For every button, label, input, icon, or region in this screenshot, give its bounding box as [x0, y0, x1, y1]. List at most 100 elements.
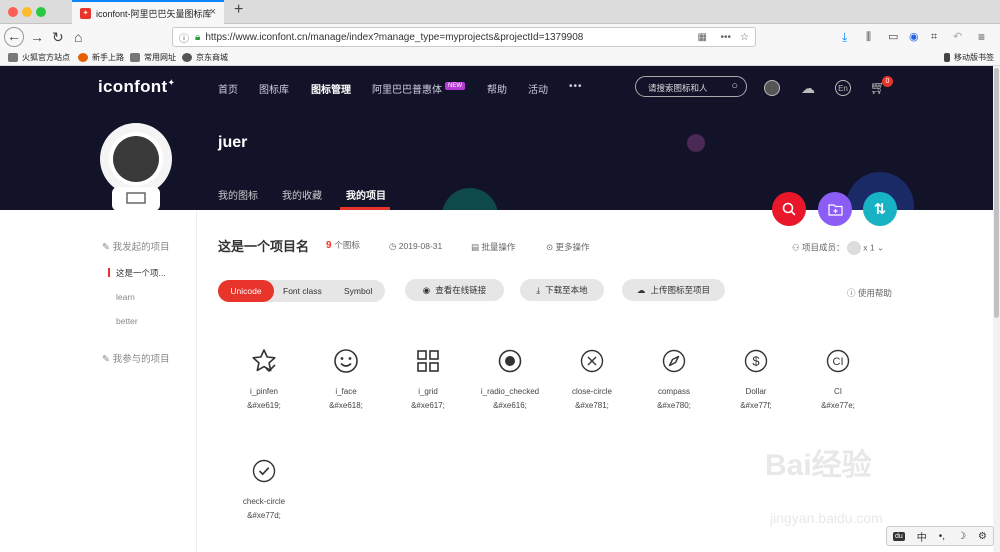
download-icon: ⤓: [536, 284, 541, 295]
search-icon[interactable]: ○: [731, 80, 738, 92]
icon-card[interactable]: i_face &#xe618;: [301, 346, 391, 410]
lock-icon: 🔒︎: [195, 31, 201, 43]
browser-tab[interactable]: ✦ iconfont-阿里巴巴矢量图标库 ×: [72, 0, 224, 24]
tab-my-projects[interactable]: 我的项目: [346, 187, 386, 202]
nav-home[interactable]: 首页: [218, 81, 238, 96]
menu-icon[interactable]: ≡: [978, 28, 985, 46]
add-folder-fab-button[interactable]: [818, 192, 852, 226]
format-fontclass-tab[interactable]: Font class: [283, 280, 322, 302]
bookmark-item[interactable]: 火狐官方站点: [8, 52, 70, 63]
edit-list-icon: ✎: [102, 354, 113, 365]
icon-code: &#xe781;: [575, 401, 609, 410]
window-minimize-dot[interactable]: [22, 7, 32, 17]
tab-my-icons[interactable]: 我的图标: [218, 187, 258, 202]
bookmark-item[interactable]: 新手上路: [78, 52, 124, 63]
nav-more-icon[interactable]: •••: [569, 81, 583, 92]
icon-card[interactable]: CI CI &#xe77e;: [793, 346, 883, 410]
active-project-indicator: [108, 268, 110, 277]
bookmark-item[interactable]: 常用网址: [130, 52, 176, 63]
icon-card[interactable]: i_pinfen &#xe619;: [219, 346, 309, 410]
icon-card[interactable]: i_grid &#xe617;: [383, 346, 473, 410]
reload-icon[interactable]: ↻: [52, 28, 64, 46]
format-symbol-tab[interactable]: Symbol: [344, 280, 372, 302]
icon-card[interactable]: close-circle &#xe781;: [547, 346, 637, 410]
qr-icon[interactable]: ▦: [698, 32, 707, 43]
view-online-link-button[interactable]: ◉ 查看在线链接: [405, 279, 504, 301]
sidebar-icon[interactable]: ▭: [888, 28, 898, 46]
tab-my-favorites[interactable]: 我的收藏: [282, 187, 322, 202]
icon-card[interactable]: compass &#xe780;: [629, 346, 719, 410]
star-check-icon: [252, 349, 276, 373]
download-local-button[interactable]: ⤓ 下载至本地: [520, 279, 604, 301]
project-members[interactable]: ⚇ 项目成员： x 1 ⌄: [792, 241, 884, 255]
page-actions-icon[interactable]: •••: [720, 32, 731, 43]
icon-card[interactable]: $ Dollar &#xe77f;: [711, 346, 801, 410]
ime-punctuation-toggle[interactable]: •,: [939, 531, 945, 542]
ime-logo-icon[interactable]: du: [892, 531, 905, 541]
scrollbar-thumb[interactable]: [994, 68, 999, 318]
nav-icon-management[interactable]: 图标管理: [311, 81, 351, 96]
back-icon[interactable]: ←: [4, 27, 24, 47]
download-icon[interactable]: ⤓: [842, 28, 847, 46]
info-icon[interactable]: ⓘ: [179, 30, 189, 45]
icon-code: &#xe780;: [657, 401, 691, 410]
search-icon: [782, 202, 796, 216]
home-icon[interactable]: ⌂: [74, 28, 82, 46]
close-tab-icon[interactable]: ×: [210, 6, 216, 18]
forward-icon[interactable]: →: [30, 28, 44, 46]
new-tab-icon[interactable]: +: [234, 1, 243, 19]
search-fab-button[interactable]: [772, 192, 806, 226]
format-unicode-tab[interactable]: Unicode: [218, 280, 274, 302]
window-close-dot[interactable]: [8, 7, 18, 17]
undo-icon[interactable]: ↶: [953, 28, 962, 46]
nav-alibaba-font[interactable]: 阿里巴巴普惠体: [372, 81, 442, 96]
sidebar-project-item[interactable]: better: [116, 316, 138, 326]
nav-activity[interactable]: 活动: [528, 81, 548, 96]
cloud-upload-icon[interactable]: ☁: [800, 80, 816, 96]
browser-tab-strip: ✦ iconfont-阿里巴巴矢量图标库 × +: [0, 0, 1000, 24]
sidebar-project-item[interactable]: 这是一个项...: [116, 267, 166, 279]
sidebar-project-item[interactable]: learn: [116, 292, 135, 302]
icon-card[interactable]: check-circle &#xe77d;: [219, 456, 309, 520]
mobile-bookmarks[interactable]: 移动版书签: [944, 52, 994, 63]
icon-name: CI: [834, 387, 842, 396]
iconfont-favicon: ✦: [80, 7, 91, 19]
batch-icon: ▤: [471, 242, 482, 252]
nav-help[interactable]: 帮助: [487, 81, 507, 96]
icon-card[interactable]: i_radio_checked &#xe616;: [465, 346, 555, 410]
batch-action-button[interactable]: ▤ 批量操作: [471, 241, 515, 253]
bookmark-item[interactable]: 京东商城: [182, 52, 228, 63]
user-avatar-icon[interactable]: [764, 80, 780, 96]
close-circle-icon: [580, 349, 604, 373]
usage-help-link[interactable]: ⓘ 使用帮助: [847, 287, 892, 299]
library-icon[interactable]: ⫼: [866, 28, 871, 46]
site-logo[interactable]: iconfont✦: [98, 77, 175, 97]
username: juer: [218, 134, 248, 151]
member-avatar: [846, 241, 861, 255]
more-action-button[interactable]: ⊙ 更多操作: [546, 241, 590, 253]
icon-code: &#xe618;: [329, 401, 363, 410]
my-projects-heading[interactable]: ✎ 我发起的项目: [102, 239, 170, 253]
sort-fab-button[interactable]: ⇅: [863, 192, 897, 226]
bookmarks-bar: 火狐官方站点 新手上路 常用网址 京东商城 移动版书签: [0, 50, 1000, 66]
upload-icons-button[interactable]: ☁ 上传图标至项目: [622, 279, 725, 301]
svg-text:CI: CI: [833, 356, 844, 368]
site-search-input[interactable]: 请搜索图标和人 ○: [635, 76, 747, 97]
compass-icon: [662, 349, 686, 373]
icon-name: i_radio_checked: [480, 387, 540, 396]
language-button[interactable]: En: [835, 80, 851, 96]
icon-name: i_pinfen: [249, 387, 279, 396]
account-icon[interactable]: ◉: [909, 28, 919, 46]
screenshot-icon[interactable]: ⌗: [931, 28, 937, 46]
ime-chinese-toggle[interactable]: 中: [917, 529, 927, 544]
ime-moon-icon[interactable]: ☽: [957, 531, 966, 542]
url-text[interactable]: https://www.iconfont.cn/manage/index?man…: [205, 32, 583, 43]
bookmark-star-icon[interactable]: ☆: [740, 32, 749, 43]
nav-icon-library[interactable]: 图标库: [259, 81, 289, 96]
ime-settings-icon[interactable]: ⚙: [978, 531, 987, 542]
window-zoom-dot[interactable]: [36, 7, 46, 17]
url-bar[interactable]: ⓘ 🔒︎ https://www.iconfont.cn/manage/inde…: [172, 27, 756, 47]
edit-list-icon: ✎: [102, 242, 113, 253]
profile-avatar[interactable]: [100, 121, 176, 210]
joined-projects-heading[interactable]: ✎ 我参与的项目: [102, 351, 170, 365]
